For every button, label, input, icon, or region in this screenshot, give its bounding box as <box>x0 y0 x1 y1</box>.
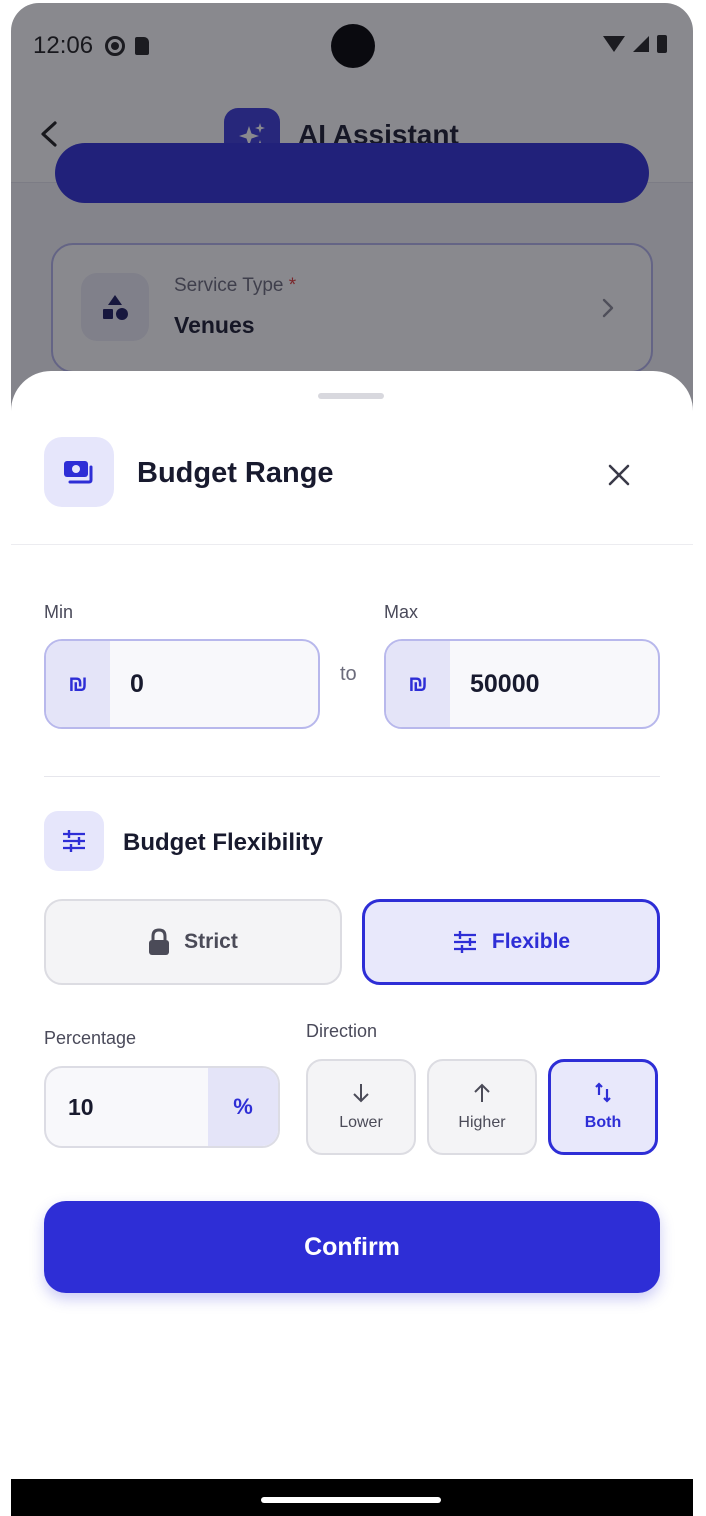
direction-higher-label: Higher <box>458 1114 506 1131</box>
flexible-option-button[interactable]: Flexible <box>362 899 660 985</box>
flexible-option-label: Flexible <box>491 930 571 953</box>
direction-both-label: Both <box>584 1114 622 1131</box>
arrows-up-down-icon <box>595 1082 611 1103</box>
sheet-title: Budget Range <box>137 457 334 489</box>
min-label: Min <box>44 602 74 622</box>
min-currency-prefix: ₪ <box>46 641 110 727</box>
percent-suffix: % <box>208 1068 278 1146</box>
percentage-input[interactable]: 10 % <box>44 1066 280 1148</box>
max-currency-prefix: ₪ <box>386 641 450 727</box>
confirm-button[interactable]: Confirm <box>44 1201 660 1293</box>
direction-both-button[interactable]: Both <box>548 1059 658 1155</box>
percentage-label: Percentage <box>44 1028 137 1048</box>
device-screen: 12:06 AI Assistant <box>11 3 693 1516</box>
budget-range-sheet: Budget Range Min ₪ 0 to Max ₪ 50000 Budg… <box>11 371 693 1479</box>
min-budget-value: 0 <box>130 669 144 698</box>
strict-option-label: Strict <box>184 930 238 953</box>
sheet-header: Budget Range <box>11 371 693 545</box>
max-budget-value: 50000 <box>470 669 540 698</box>
min-budget-input[interactable]: ₪ 0 <box>44 639 320 729</box>
system-nav-bar <box>11 1479 693 1516</box>
sliders-icon <box>44 811 104 871</box>
section-divider <box>44 776 660 777</box>
max-budget-input[interactable]: ₪ 50000 <box>384 639 660 729</box>
strict-option-button[interactable]: Strict <box>44 899 342 985</box>
close-icon[interactable] <box>601 457 637 493</box>
sliders-option-icon <box>453 931 476 953</box>
percentage-value: 10 <box>68 1093 94 1120</box>
budget-flexibility-title: Budget Flexibility <box>123 829 324 856</box>
arrow-up-icon <box>474 1083 490 1102</box>
to-label: to <box>340 663 357 685</box>
lock-icon <box>149 928 170 955</box>
direction-lower-label: Lower <box>339 1114 383 1131</box>
arrow-down-icon <box>353 1084 369 1103</box>
direction-higher-button[interactable]: Higher <box>427 1059 537 1155</box>
direction-lower-button[interactable]: Lower <box>306 1059 416 1155</box>
money-icon <box>44 437 114 507</box>
home-indicator[interactable] <box>261 1497 441 1503</box>
drag-handle[interactable] <box>318 393 384 399</box>
direction-label: Direction <box>306 1021 378 1041</box>
max-label: Max <box>384 602 419 622</box>
